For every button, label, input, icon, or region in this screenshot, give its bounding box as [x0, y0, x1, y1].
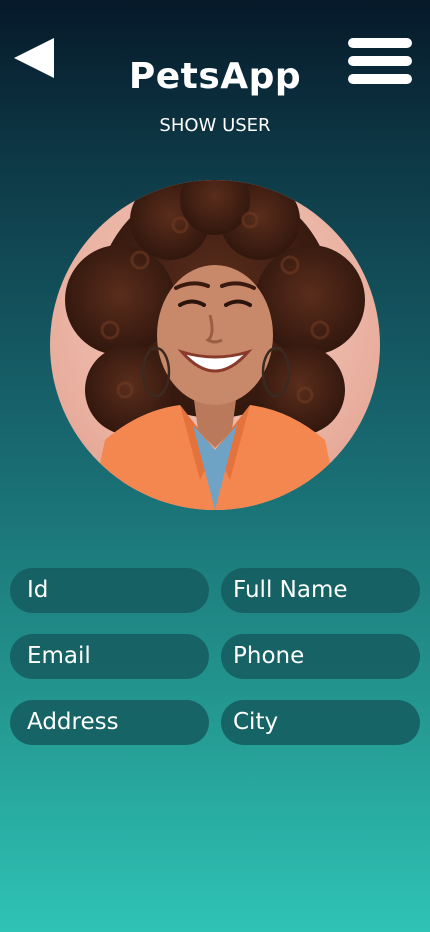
hamburger-menu-icon — [348, 38, 412, 84]
user-avatar — [50, 180, 380, 510]
menu-button[interactable] — [348, 38, 412, 88]
address-field[interactable]: Address — [10, 700, 209, 745]
show-user-screen: PetsApp SHOW USER Id Full Name Email Pho… — [0, 0, 430, 932]
id-field[interactable]: Id — [10, 568, 209, 613]
full-name-field[interactable]: Full Name — [221, 568, 420, 613]
email-field[interactable]: Email — [10, 634, 209, 679]
page-subtitle: SHOW USER — [159, 115, 271, 136]
phone-field[interactable]: Phone — [221, 634, 420, 679]
city-field[interactable]: City — [221, 700, 420, 745]
